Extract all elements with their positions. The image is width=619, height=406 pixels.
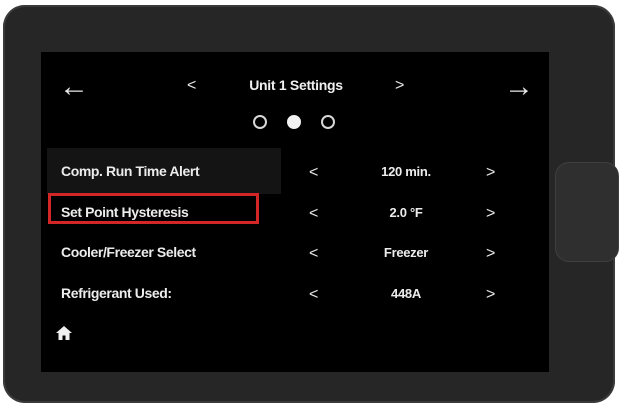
- increase-chevron-icon[interactable]: >: [486, 204, 495, 224]
- setting-value: 2.0 °F: [389, 205, 423, 220]
- setting-row-comp-run-time-alert: Comp. Run Time Alert < 120 min. >: [41, 148, 549, 194]
- page-dot-3[interactable]: [321, 115, 335, 129]
- increase-chevron-icon[interactable]: >: [486, 244, 495, 264]
- setting-label: Cooler/Freezer Select: [61, 244, 196, 260]
- setting-value: Freezer: [383, 245, 429, 260]
- next-unit-chevron-icon[interactable]: >: [395, 76, 404, 96]
- title-bar: < Unit 1 Settings >: [41, 76, 549, 100]
- setting-label: Set Point Hysteresis: [61, 204, 189, 220]
- decrease-chevron-icon[interactable]: <: [309, 285, 318, 305]
- increase-chevron-icon[interactable]: >: [486, 163, 495, 183]
- page-dot-2-active[interactable]: [287, 115, 301, 129]
- previous-unit-chevron-icon[interactable]: <: [187, 76, 196, 96]
- setting-value: 120 min.: [381, 164, 431, 179]
- setting-value: 448A: [391, 286, 421, 301]
- decrease-chevron-icon[interactable]: <: [309, 244, 318, 264]
- setting-row-set-point-hysteresis: Set Point Hysteresis < 2.0 °F >: [41, 193, 549, 228]
- page-title: Unit 1 Settings: [249, 77, 343, 93]
- page-dot-1[interactable]: [253, 115, 267, 129]
- display-screen: ← → < Unit 1 Settings > Comp. Run Time A…: [41, 52, 549, 372]
- setting-label: Comp. Run Time Alert: [61, 163, 200, 179]
- decrease-chevron-icon[interactable]: <: [309, 204, 318, 224]
- side-hardware-button[interactable]: [555, 162, 619, 262]
- setting-row-cooler-freezer-select: Cooler/Freezer Select < Freezer >: [41, 240, 549, 268]
- device-bezel: ← → < Unit 1 Settings > Comp. Run Time A…: [3, 5, 619, 403]
- setting-row-refrigerant-used: Refrigerant Used: < 448A >: [41, 281, 549, 309]
- increase-chevron-icon[interactable]: >: [486, 285, 495, 305]
- setting-label: Refrigerant Used:: [61, 285, 172, 301]
- page-indicator: [253, 115, 337, 129]
- decrease-chevron-icon[interactable]: <: [309, 163, 318, 183]
- home-icon[interactable]: [55, 324, 73, 342]
